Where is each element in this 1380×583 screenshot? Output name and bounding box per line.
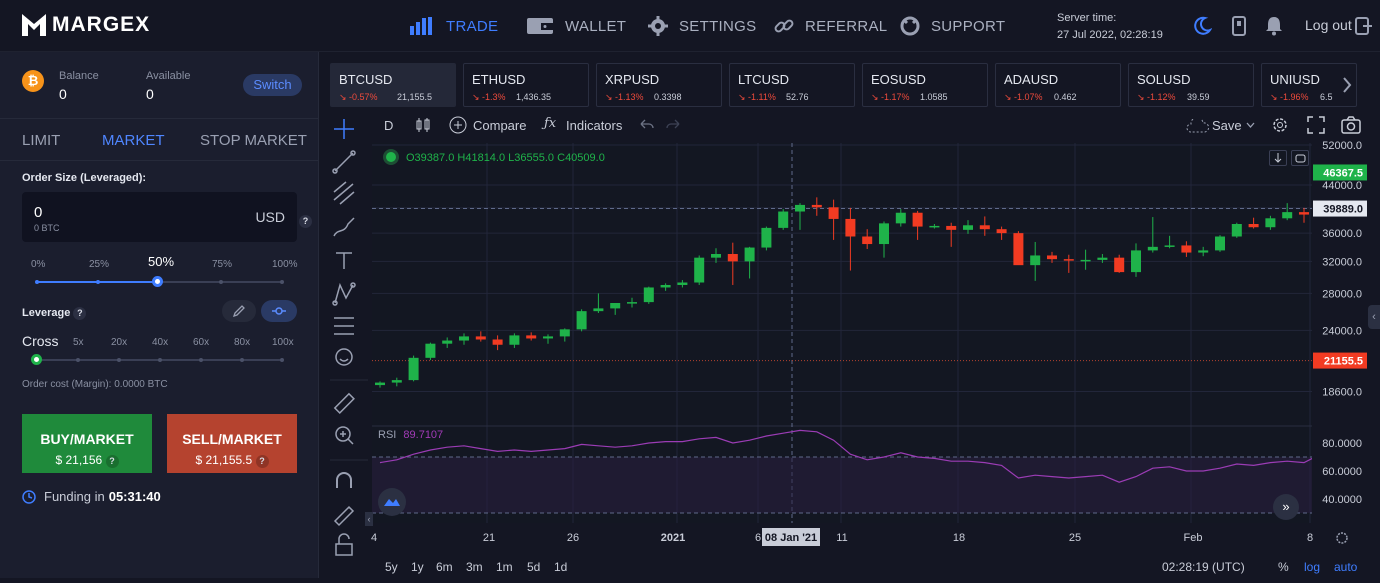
rsi-tick-label: 80.0000 xyxy=(1322,438,1362,450)
rsi-tick-label: 40.0000 xyxy=(1322,494,1362,506)
range-3m[interactable]: 3m xyxy=(466,560,483,574)
time-tick-label: 2021 xyxy=(661,532,685,544)
utc-clock[interactable]: 02:28:19 (UTC) xyxy=(1162,560,1245,574)
price-tick-label: 36000.0 xyxy=(1322,228,1362,240)
range-1d[interactable]: 1d xyxy=(554,560,567,574)
time-tick-label: 25 xyxy=(1069,532,1081,544)
log-toggle[interactable]: log xyxy=(1304,560,1320,574)
time-tick-label: 11 xyxy=(836,532,847,544)
time-tick-label: 18 xyxy=(953,532,965,544)
range-6m[interactable]: 6m xyxy=(436,560,453,574)
time-tick-label: Feb xyxy=(1184,532,1203,544)
price-tick-label: 52000.0 xyxy=(1322,140,1362,152)
range-5d[interactable]: 5d xyxy=(527,560,540,574)
auto-toggle[interactable]: auto xyxy=(1334,560,1357,574)
crosshair-date-tag: 08 Jan '21 xyxy=(765,532,817,544)
collapse-left-icon[interactable]: ‹ xyxy=(365,512,373,526)
crosshair-price-tag: 39889.0 xyxy=(1323,204,1363,216)
price-tick-label: 44000.0 xyxy=(1322,180,1362,192)
range-5y[interactable]: 5y xyxy=(385,560,398,574)
price-tick-label: 24000.0 xyxy=(1322,325,1362,337)
time-tick-label: 26 xyxy=(567,532,579,544)
axis-settings-icon xyxy=(1336,532,1348,544)
last-price-tag: 46367.5 xyxy=(1323,167,1363,179)
chart-axes: 52000.044000.040000.036000.032000.028000… xyxy=(371,140,1367,546)
chart-bottom-bar: 5y 1y 6m 3m 1m 5d 1d 02:28:19 (UTC) % lo… xyxy=(372,552,1380,578)
time-tick-label: 8 xyxy=(1307,532,1313,544)
collapse-right-icon[interactable]: ‹ xyxy=(1368,305,1380,329)
price-tick-label: 18600.0 xyxy=(1322,386,1362,398)
time-tick-label: 21 xyxy=(483,532,495,544)
range-1m[interactable]: 1m xyxy=(496,560,513,574)
rsi-tick-label: 60.0000 xyxy=(1322,466,1362,478)
current-price-tag: 21155.5 xyxy=(1324,356,1363,368)
time-tick-label: 4 xyxy=(371,532,377,544)
price-tick-label: 32000.0 xyxy=(1322,256,1362,268)
percent-toggle[interactable]: % xyxy=(1278,560,1289,574)
price-tick-label: 28000.0 xyxy=(1322,288,1362,300)
time-tick-label: 6 xyxy=(755,532,761,544)
range-1y[interactable]: 1y xyxy=(411,560,424,574)
